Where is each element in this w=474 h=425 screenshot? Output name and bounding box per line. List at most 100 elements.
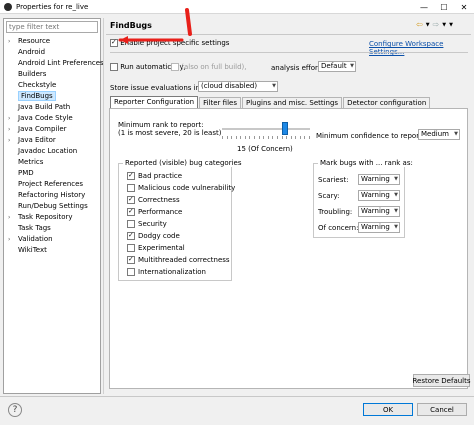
tree-item[interactable]: › Java Editor [4,135,100,146]
tree-item[interactable]: Project References [4,179,100,190]
chevron-down-icon: ▼ [394,176,398,182]
mark-rank-select[interactable]: Warning ▼ [358,190,400,201]
forward-arrow-icon[interactable]: ⇨ [433,20,440,29]
tree-item[interactable]: FindBugs [4,91,100,102]
tree-item[interactable]: › Resource [4,36,100,47]
tree-item-label: Builders [18,70,47,78]
bug-category-checkbox[interactable] [127,195,135,204]
mark-rank-value: Warning [361,191,390,199]
slider-tick [308,136,310,139]
filter-input[interactable] [6,21,98,33]
tree-item[interactable]: Android Lint Preferences [4,58,104,69]
back-arrow-icon[interactable]: ⇦ [416,20,423,29]
chevron-right-icon[interactable]: › [8,124,10,135]
cancel-button[interactable]: Cancel [417,403,467,416]
tree-item[interactable]: › Task Repository [4,212,100,223]
rank-slider-ticks [222,136,310,139]
bug-category-item[interactable]: Security [127,220,167,228]
back-dropdown-icon[interactable]: ▼ [426,22,430,29]
store-issue-select[interactable]: (cloud disabled) ▼ [198,81,278,92]
tree-item-label: Refactoring History [18,191,86,199]
bug-category-item[interactable]: Multithreaded correctness [127,255,230,264]
analysis-effort-select[interactable]: Default ▼ [318,61,356,72]
tab-plugins-and-misc-settings[interactable]: Plugins and misc. Settings [241,97,343,108]
tree-item[interactable]: WikiText [4,245,100,256]
mark-rank-select[interactable]: Warning ▼ [358,206,400,217]
slider-tick [276,136,278,139]
tree-item[interactable]: Builders [4,69,100,80]
bug-category-item[interactable]: Malicious code vulnerability [127,184,235,192]
chevron-right-icon[interactable]: › [8,135,10,146]
eclipse-icon [4,3,12,11]
tree-item[interactable]: Run/Debug Settings [4,201,100,212]
bug-category-item[interactable]: Experimental [127,244,185,252]
store-issue-value: (cloud disabled) [201,82,258,90]
maximize-button[interactable]: ☐ [434,0,454,14]
settings-tabs: Reporter Configuration Filter files Plugin… [110,96,431,108]
slider-tick [299,136,301,139]
tree-item-label: Resource [18,37,51,45]
bug-category-checkbox[interactable] [127,220,135,228]
tree-item-label: Javadoc Location [18,147,78,155]
mark-rank-select[interactable]: Warning ▼ [358,222,400,233]
bug-category-checkbox[interactable] [127,255,135,264]
bug-category-item[interactable]: Internationalization [127,268,206,276]
store-issue-label: Store issue evaluations in: [110,84,203,92]
bug-category-checkbox[interactable] [127,171,135,180]
also-full-build-row[interactable]: (also on full build), [171,63,246,71]
tree-item[interactable]: Javadoc Location [4,146,100,157]
configure-workspace-link[interactable]: Configure Workspace Settings... [369,40,474,56]
property-tree: › Resource Android Android Lint Preferences… [4,36,104,256]
bug-category-checkbox[interactable] [127,184,135,192]
min-confidence-select[interactable]: Medium ▼ [418,129,460,140]
tree-item-label: Java Compiler [18,125,67,133]
forward-dropdown-icon[interactable]: ▼ [442,22,446,29]
bug-category-item[interactable]: Performance [127,207,182,216]
chevron-down-icon: ▼ [272,83,276,89]
tab-detector-configuration[interactable]: Detector configuration [343,97,431,108]
view-menu-icon[interactable]: ▼ [449,22,453,29]
tree-item[interactable]: PMD [4,168,100,179]
chevron-right-icon[interactable]: › [8,212,10,223]
bug-category-item[interactable]: Dodgy code [127,231,180,240]
bug-category-checkbox[interactable] [127,207,135,216]
tree-item[interactable]: Checkstyle [4,80,100,91]
tree-item[interactable]: › Java Compiler [4,124,100,135]
tree-item[interactable]: Metrics [4,157,100,168]
rank-slider-track[interactable] [222,128,310,130]
restore-defaults-button[interactable]: Restore Defaults [413,374,471,387]
pane-splitter[interactable] [103,18,104,394]
chevron-right-icon[interactable]: › [8,234,10,245]
tree-item[interactable]: Android [4,47,100,58]
window-title: Properties for re_live [16,3,89,11]
run-automatically-checkbox[interactable] [110,63,118,71]
bug-category-label: Multithreaded correctness [138,256,230,264]
tree-item[interactable]: Refactoring History [4,190,100,201]
bug-category-checkbox[interactable] [127,244,135,252]
slider-tick [295,136,297,139]
tree-item[interactable]: › Java Code Style [4,113,100,124]
chevron-right-icon[interactable]: › [8,36,10,47]
bug-category-label: Security [138,220,167,228]
rank-slider-thumb[interactable] [281,122,288,135]
bug-category-checkbox[interactable] [127,231,135,240]
tree-item[interactable]: › Validation [4,234,100,245]
tree-item[interactable]: Java Build Path [4,102,100,113]
bug-category-item[interactable]: Correctness [127,195,180,204]
tab-filter-files[interactable]: Filter files [199,97,241,108]
window-titlebar: Properties for re_live — ☐ ✕ [0,0,474,14]
help-icon[interactable]: ? [8,403,22,417]
tab-reporter-configuration[interactable]: Reporter Configuration [110,96,199,108]
close-button[interactable]: ✕ [454,0,474,14]
tree-item[interactable]: Task Tags [4,223,100,234]
mark-rank-select[interactable]: Warning ▼ [358,174,400,185]
minimize-button[interactable]: — [414,0,434,14]
chevron-right-icon[interactable]: › [8,113,10,124]
ok-button[interactable]: OK [363,403,413,416]
bug-category-item[interactable]: Bad practice [127,171,182,180]
min-confidence-value: Medium [421,130,449,138]
also-full-build-checkbox[interactable] [171,63,179,71]
enable-project-settings-checkbox[interactable] [110,38,118,47]
tree-item-label: Java Editor [18,136,56,144]
bug-category-checkbox[interactable] [127,268,135,276]
